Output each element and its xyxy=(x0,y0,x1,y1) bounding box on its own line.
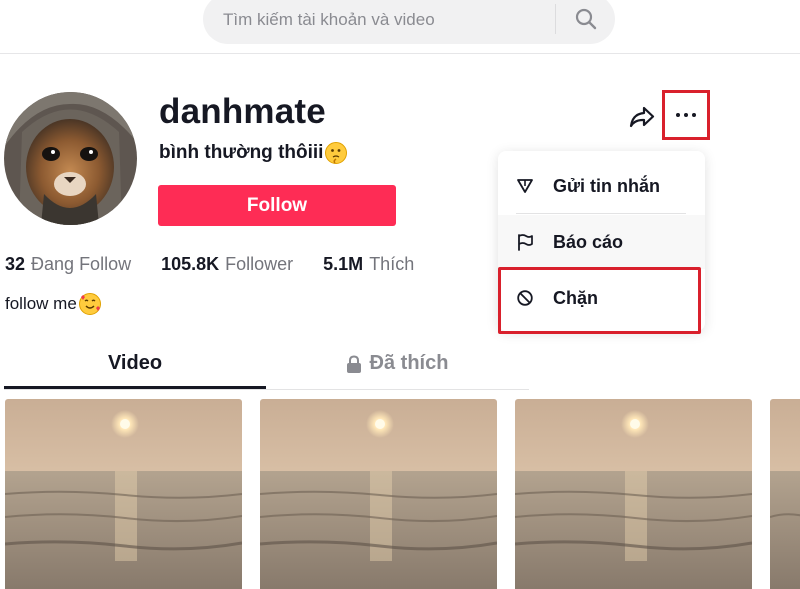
video-thumbnail[interactable] xyxy=(770,399,800,589)
flag-icon xyxy=(518,234,533,251)
profile-username: danhmate xyxy=(159,92,326,131)
share-icon xyxy=(629,106,655,128)
video-thumbnail[interactable] xyxy=(260,399,497,589)
following-count[interactable]: 32 xyxy=(5,254,25,275)
more-dot-icon xyxy=(676,113,680,117)
more-options-button[interactable] xyxy=(662,90,710,140)
sunset-sea-image xyxy=(515,399,752,589)
tab-video[interactable]: Video xyxy=(4,352,266,375)
search-icon xyxy=(575,8,597,30)
sunset-sea-image xyxy=(770,399,800,589)
bio-text: follow me xyxy=(5,294,77,313)
video-thumbnail[interactable] xyxy=(5,399,242,589)
profile-nickname: bình thường thôiii xyxy=(159,142,348,164)
cat-avatar-image xyxy=(4,92,137,225)
menu-divider xyxy=(516,213,686,214)
sunset-sea-image xyxy=(260,399,497,589)
search-input[interactable] xyxy=(223,7,543,33)
menu-item-send-message[interactable]: Gửi tin nhắn xyxy=(498,159,705,213)
thinking-emoji-icon xyxy=(325,142,348,164)
more-dot-icon xyxy=(692,113,696,117)
share-button[interactable] xyxy=(626,102,658,132)
tab-liked[interactable]: Đã thích xyxy=(266,352,528,375)
likes-count: 5.1M xyxy=(323,254,364,274)
lock-icon xyxy=(346,354,361,373)
tab-liked-label: Đã thích xyxy=(369,352,449,374)
follow-button[interactable]: Follow xyxy=(158,185,396,226)
top-bar xyxy=(0,0,800,54)
search-divider xyxy=(555,4,556,34)
menu-item-label: Báo cáo xyxy=(553,231,624,252)
following-label: Đang Follow xyxy=(31,254,132,274)
block-highlight-frame xyxy=(498,267,701,334)
menu-item-report[interactable]: Báo cáo xyxy=(498,215,705,269)
more-dot-icon xyxy=(684,113,688,117)
active-tab-indicator xyxy=(4,386,266,389)
profile-stats: 32 Đang Follow 105.8K Follower 5.1M Thíc… xyxy=(5,254,444,275)
menu-item-label: Gửi tin nhắn xyxy=(553,175,661,196)
follower-label: Follower xyxy=(225,254,294,274)
likes-label: Thích xyxy=(369,254,415,274)
nickname-text: bình thường thôiii xyxy=(159,142,324,163)
profile-tabs: Video Đã thích xyxy=(4,340,529,390)
sunset-sea-image xyxy=(5,399,242,589)
send-icon xyxy=(517,179,533,193)
follower-count[interactable]: 105.8K xyxy=(161,254,219,275)
search-bar xyxy=(203,0,615,44)
smiling-hearts-emoji-icon xyxy=(78,293,101,315)
profile-bio: follow me xyxy=(5,293,101,315)
search-button[interactable] xyxy=(561,0,611,38)
avatar[interactable] xyxy=(4,92,137,225)
video-thumbnail[interactable] xyxy=(515,399,752,589)
